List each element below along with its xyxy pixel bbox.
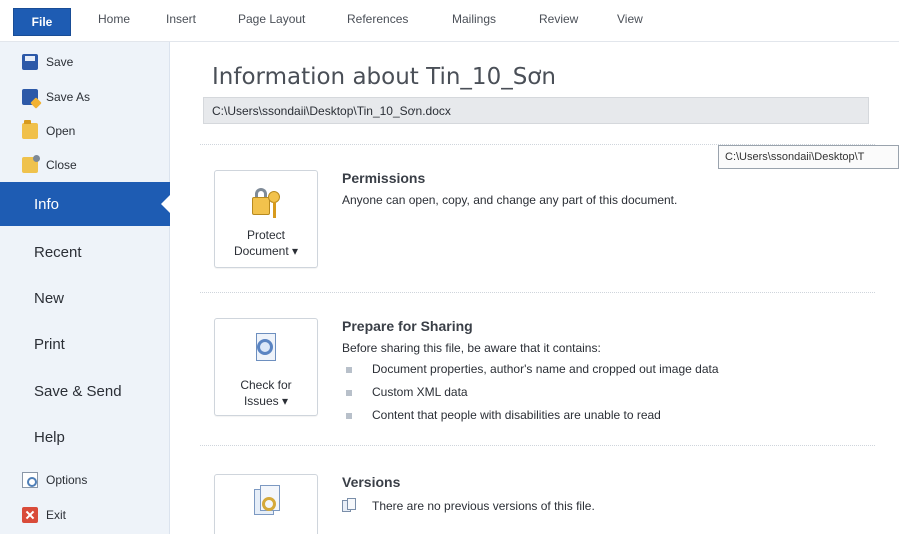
ribbon-tab-bar: File Home Insert Page Layout References …	[0, 0, 899, 42]
protect-label-2: Document ▾	[233, 244, 299, 258]
options-icon	[22, 472, 38, 488]
tab-references[interactable]: References	[347, 12, 408, 26]
sharing-item: Document properties, author's name and c…	[372, 362, 719, 376]
document-versions-icon	[342, 498, 358, 514]
options-label: Options	[46, 473, 88, 487]
save-as-command[interactable]: Save As	[22, 85, 90, 109]
nav-save-and-send[interactable]: Save & Send	[0, 369, 170, 413]
permissions-text: Anyone can open, copy, and change any pa…	[342, 193, 678, 207]
nav-recent[interactable]: Recent	[0, 230, 170, 274]
check-label-1: Check for	[240, 378, 292, 392]
tab-file[interactable]: File	[13, 8, 71, 36]
divider	[200, 144, 875, 145]
lock-key-icon	[248, 187, 284, 221]
bullet	[346, 367, 352, 373]
options-command[interactable]: Options	[22, 468, 87, 492]
versions-heading: Versions	[342, 474, 401, 490]
versions-icon	[248, 485, 284, 519]
tab-mailings[interactable]: Mailings	[452, 12, 496, 26]
tab-page-layout[interactable]: Page Layout	[238, 12, 305, 26]
tab-home[interactable]: Home	[98, 12, 130, 26]
tab-view[interactable]: View	[617, 12, 643, 26]
open-command[interactable]: Open	[22, 119, 75, 143]
sharing-item: Content that people with disabilities ar…	[372, 408, 661, 422]
sharing-item: Custom XML data	[372, 385, 468, 399]
bullet	[346, 413, 352, 419]
exit-label: Exit	[46, 508, 67, 522]
permissions-heading: Permissions	[342, 170, 426, 186]
versions-text: There are no previous versions of this f…	[372, 499, 595, 513]
nav-help[interactable]: Help	[0, 415, 170, 459]
close-label: Close	[46, 158, 77, 172]
manage-versions-button[interactable]	[214, 474, 318, 534]
nav-new[interactable]: New	[0, 276, 170, 320]
check-for-issues-button[interactable]: Check for Issues ▾	[214, 318, 318, 416]
backstage-sidebar: Save Save As Open Close Info Recent New …	[0, 42, 171, 534]
save-icon	[22, 54, 38, 70]
save-as-icon	[22, 89, 38, 105]
nav-info[interactable]: Info	[0, 182, 171, 226]
tab-review[interactable]: Review	[539, 12, 578, 26]
divider	[200, 292, 875, 293]
open-folder-icon	[22, 120, 38, 139]
inspect-document-icon	[248, 331, 284, 365]
sharing-text: Before sharing this file, be aware that …	[342, 341, 601, 355]
divider	[200, 445, 875, 446]
tab-insert[interactable]: Insert	[166, 12, 196, 26]
exit-command[interactable]: Exit	[22, 503, 66, 527]
check-label-2: Issues ▾	[243, 394, 289, 408]
page-title: Information about Tin_10_Sơn	[212, 64, 556, 90]
path-tooltip: C:\Users\ssondaii\Desktop\T	[718, 145, 899, 169]
bullet	[346, 390, 352, 396]
save-label: Save	[46, 55, 74, 69]
close-folder-icon	[22, 155, 40, 173]
exit-icon	[22, 507, 38, 523]
save-as-label: Save As	[46, 90, 91, 104]
close-command[interactable]: Close	[22, 153, 77, 177]
file-path: C:\Users\ssondaii\Desktop\Tin_10_Sơn.doc…	[203, 97, 869, 124]
protect-label-1: Protect	[246, 228, 285, 242]
save-command[interactable]: Save	[22, 50, 73, 74]
open-label: Open	[46, 124, 76, 138]
protect-document-button[interactable]: Protect Document ▾	[214, 170, 318, 268]
sharing-heading: Prepare for Sharing	[342, 318, 473, 334]
nav-print[interactable]: Print	[0, 322, 170, 366]
